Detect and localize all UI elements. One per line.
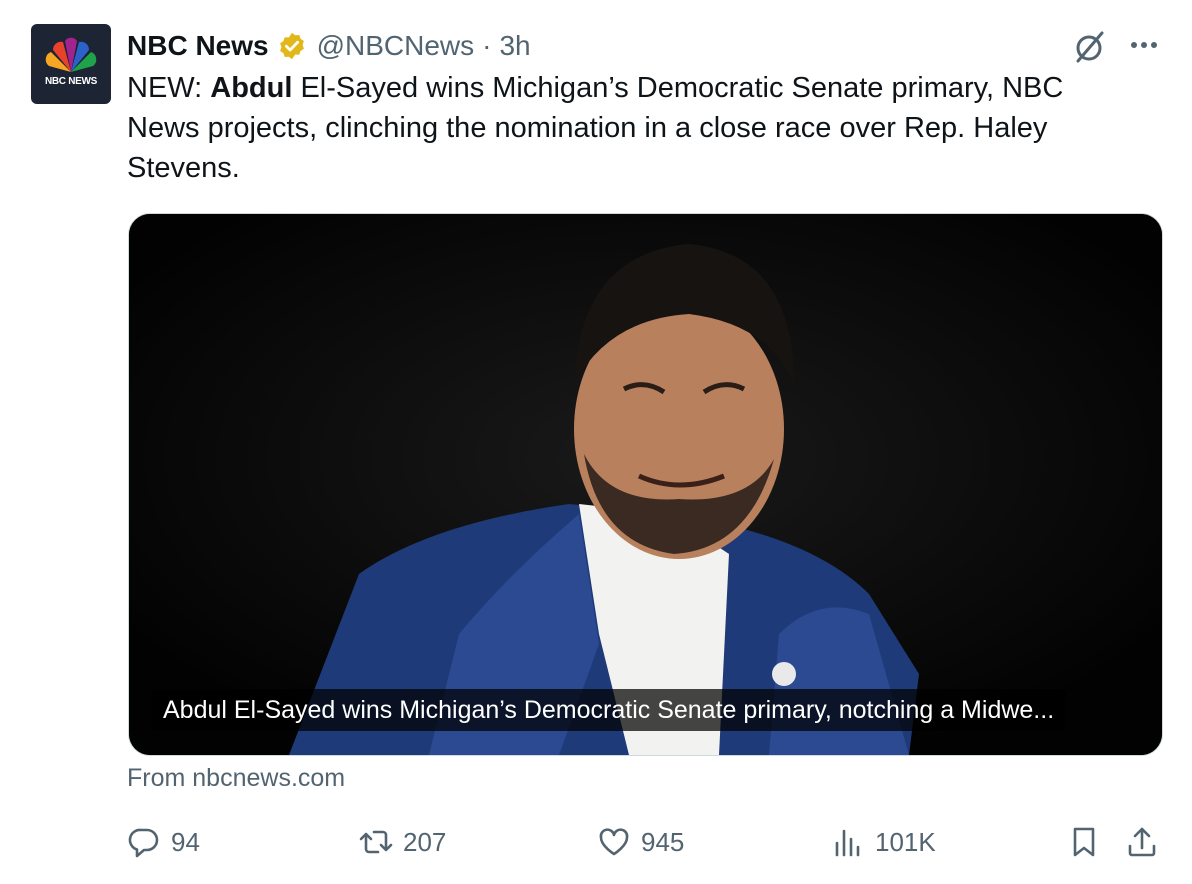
article-photo — [129, 214, 1162, 755]
avatar[interactable]: NBC NEWS — [31, 24, 111, 104]
more-icon[interactable] — [1126, 30, 1162, 60]
like-count: 945 — [641, 826, 685, 857]
repost-icon — [359, 830, 393, 854]
avatar-label: NBC NEWS — [44, 76, 98, 87]
nbc-peacock-logo — [45, 37, 97, 72]
account-handle[interactable]: @NBCNews — [317, 30, 475, 62]
timestamp[interactable]: 3h — [499, 30, 530, 62]
bookmark-button[interactable] — [1067, 820, 1101, 864]
display-name[interactable]: NBC News — [127, 30, 269, 62]
heart-icon — [599, 828, 629, 856]
verified-badge-icon[interactable] — [277, 31, 307, 61]
reply-button[interactable]: 94 — [127, 820, 200, 864]
link-card-title[interactable]: Abdul El-Sayed wins Michigan’s Democrati… — [151, 689, 1067, 731]
tweet-text: NEW: Abdul El-Sayed wins Michigan’s Demo… — [127, 68, 1137, 188]
reply-icon — [128, 828, 159, 858]
grok-icon[interactable] — [1070, 28, 1108, 66]
reply-count: 94 — [171, 826, 200, 857]
link-source[interactable]: From nbcnews.com — [127, 764, 345, 793]
tweet-actions: 94 207 945 101K — [127, 820, 1167, 864]
tweet-header: NBC News @NBCNews · 3h — [127, 26, 531, 66]
bookmark-icon — [1073, 827, 1095, 857]
views-button[interactable]: 101K — [831, 820, 936, 864]
views-icon — [835, 829, 860, 857]
repost-count: 207 — [403, 826, 447, 857]
share-button[interactable] — [1125, 820, 1159, 864]
tweet-bold: Abdul — [210, 72, 293, 104]
separator-dot: · — [482, 30, 492, 61]
repost-button[interactable]: 207 — [359, 820, 446, 864]
like-button[interactable]: 945 — [597, 820, 684, 864]
view-count: 101K — [875, 826, 936, 857]
tweet-prefix: NEW: — [127, 72, 211, 104]
share-icon — [1128, 827, 1156, 857]
link-card-image[interactable]: Abdul El-Sayed wins Michigan’s Democrati… — [128, 213, 1163, 756]
